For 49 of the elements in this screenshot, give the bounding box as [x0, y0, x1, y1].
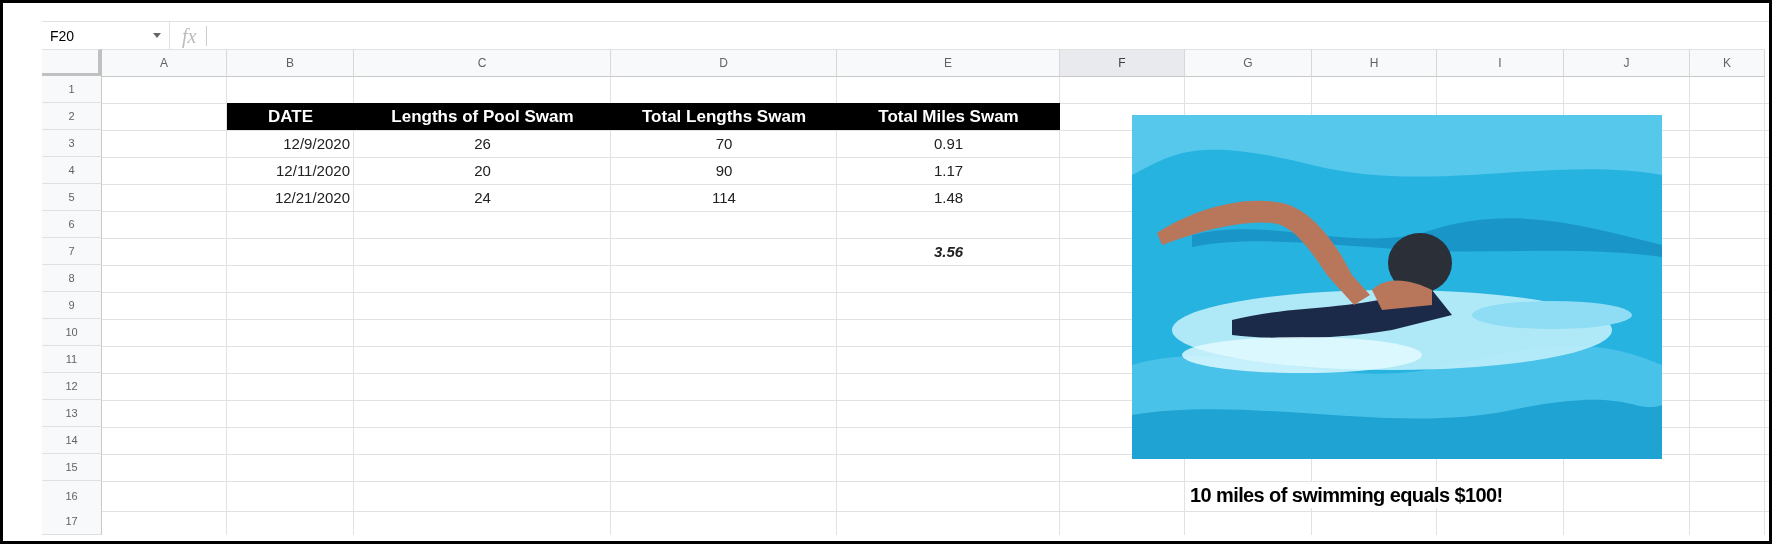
row-header[interactable]: 3 — [42, 130, 102, 157]
column-header[interactable]: K — [1690, 49, 1765, 77]
table-cell[interactable]: 90 — [611, 157, 837, 184]
row-header[interactable]: 9 — [42, 292, 102, 319]
row-header[interactable]: 2 — [42, 103, 102, 130]
table-cell[interactable]: 12/11/2020 — [227, 157, 354, 184]
row-header[interactable]: 13 — [42, 400, 102, 427]
column-heading[interactable]: DATE — [227, 103, 354, 130]
row-header[interactable]: 12 — [42, 373, 102, 400]
table-cell[interactable]: 12/21/2020 — [227, 184, 354, 211]
table-cell[interactable]: 20 — [354, 157, 611, 184]
column-heading[interactable]: Lengths of Pool Swam — [354, 103, 611, 130]
table-cell[interactable]: 114 — [611, 184, 837, 211]
column-header[interactable]: D — [611, 49, 837, 77]
table-cell[interactable]: 70 — [611, 130, 837, 157]
column-header[interactable]: I — [1437, 49, 1564, 77]
row-header[interactable]: 14 — [42, 427, 102, 454]
row-header[interactable]: 16 — [42, 481, 102, 511]
table-cell[interactable]: 12/9/2020 — [227, 130, 354, 157]
column-header[interactable]: J — [1564, 49, 1690, 77]
caption-text: 10 miles of swimming equals $100! — [1190, 481, 1503, 508]
table-cell[interactable]: 1.48 — [837, 184, 1060, 211]
row-header[interactable]: 17 — [42, 508, 102, 535]
row-header[interactable]: 11 — [42, 346, 102, 373]
caret-icon — [153, 33, 161, 38]
row-header[interactable]: 1 — [42, 76, 102, 103]
column-header[interactable]: G — [1185, 49, 1312, 77]
table-cell[interactable]: 24 — [354, 184, 611, 211]
row-header[interactable]: 10 — [42, 319, 102, 346]
row-header[interactable]: 15 — [42, 454, 102, 481]
table-cell[interactable]: 1.17 — [837, 157, 1060, 184]
total-cell[interactable]: 3.56 — [837, 238, 1060, 265]
row-header[interactable]: 5 — [42, 184, 102, 211]
column-header[interactable]: F — [1060, 49, 1185, 77]
row-header[interactable]: 4 — [42, 157, 102, 184]
column-header[interactable]: C — [354, 49, 611, 77]
table-cell[interactable]: 26 — [354, 130, 611, 157]
column-header[interactable]: A — [102, 49, 227, 77]
function-icon: fx — [182, 25, 197, 46]
column-heading[interactable]: Total Miles Swam — [837, 103, 1060, 130]
row-header[interactable]: 8 — [42, 265, 102, 292]
column-header[interactable]: B — [227, 49, 354, 77]
row-header[interactable]: 6 — [42, 211, 102, 238]
column-header[interactable]: H — [1312, 49, 1437, 77]
table-cell[interactable]: 0.91 — [837, 130, 1060, 157]
column-heading[interactable]: Total Lengths Swam — [611, 103, 837, 130]
select-all-corner[interactable] — [42, 49, 102, 77]
column-header[interactable]: E — [837, 49, 1060, 77]
row-header[interactable]: 7 — [42, 238, 102, 265]
